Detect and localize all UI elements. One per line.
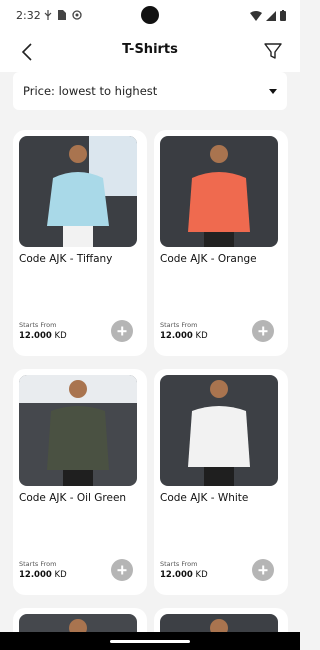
battery-icon (280, 10, 286, 21)
product-price: 12.000 KD (19, 331, 67, 341)
price-value: 12.000 (19, 570, 52, 580)
price-value: 12.000 (19, 331, 52, 341)
status-bar: 2:32 (0, 0, 300, 32)
currency: KD (195, 570, 208, 580)
shirt-shape (188, 406, 250, 467)
product-price: 12.000 KD (160, 570, 208, 580)
app-header: T-Shirts (0, 32, 300, 72)
model-photo-icon (160, 136, 278, 247)
funnel-icon (264, 43, 282, 59)
add-to-cart-button[interactable] (252, 559, 274, 581)
sync-icon (72, 10, 82, 20)
product-card[interactable]: Code AJK - Oil Green Starts From 12.000 … (13, 369, 147, 595)
caret-down-icon (269, 88, 277, 94)
product-name[interactable]: Code AJK - Oil Green (19, 492, 126, 504)
starts-from-label: Starts From (19, 560, 57, 568)
home-gesture-bar[interactable] (110, 640, 190, 643)
add-to-cart-button[interactable] (252, 320, 274, 342)
currency: KD (54, 331, 67, 341)
product-price: 12.000 KD (160, 331, 208, 341)
model-photo-icon (19, 136, 137, 247)
product-image (160, 375, 278, 486)
starts-from-label: Starts From (160, 321, 198, 329)
system-icons (250, 10, 286, 21)
currency: KD (195, 331, 208, 341)
shirt-shape (47, 406, 109, 470)
sort-dropdown[interactable]: Price: lowest to highest (13, 72, 287, 110)
product-name[interactable]: Code AJK - Tiffany (19, 253, 112, 265)
product-image (19, 136, 137, 247)
price-value: 12.000 (160, 570, 193, 580)
notification-icons (44, 10, 82, 20)
product-price: 12.000 KD (19, 570, 67, 580)
price-value: 12.000 (160, 331, 193, 341)
camera-cutout (141, 6, 159, 24)
model-photo-icon (19, 375, 137, 486)
shirt-shape (47, 172, 109, 226)
sort-label: Price: lowest to highest (23, 84, 158, 98)
product-image (160, 136, 278, 247)
add-to-cart-button[interactable] (111, 320, 133, 342)
add-to-cart-button[interactable] (111, 559, 133, 581)
product-image (19, 375, 137, 486)
product-name[interactable]: Code AJK - Orange (160, 253, 257, 265)
starts-from-label: Starts From (19, 321, 57, 329)
wifi-icon (250, 10, 262, 21)
sim-icon (58, 10, 66, 20)
signal-icon (266, 10, 276, 21)
page-title: T-Shirts (122, 42, 178, 57)
system-nav-bar (0, 632, 300, 650)
shirt-shape (188, 172, 250, 232)
model-photo-icon (160, 375, 278, 486)
product-card[interactable]: Code AJK - Tiffany Starts From 12.000 KD (13, 130, 147, 356)
filter-button[interactable] (262, 40, 284, 62)
status-time: 2:32 (16, 9, 41, 22)
starts-from-label: Starts From (160, 560, 198, 568)
usb-icon (44, 10, 52, 20)
product-card[interactable]: Code AJK - Orange Starts From 12.000 KD (154, 130, 288, 356)
product-name[interactable]: Code AJK - White (160, 492, 248, 504)
currency: KD (54, 570, 67, 580)
product-card[interactable]: Code AJK - White Starts From 12.000 KD (154, 369, 288, 595)
